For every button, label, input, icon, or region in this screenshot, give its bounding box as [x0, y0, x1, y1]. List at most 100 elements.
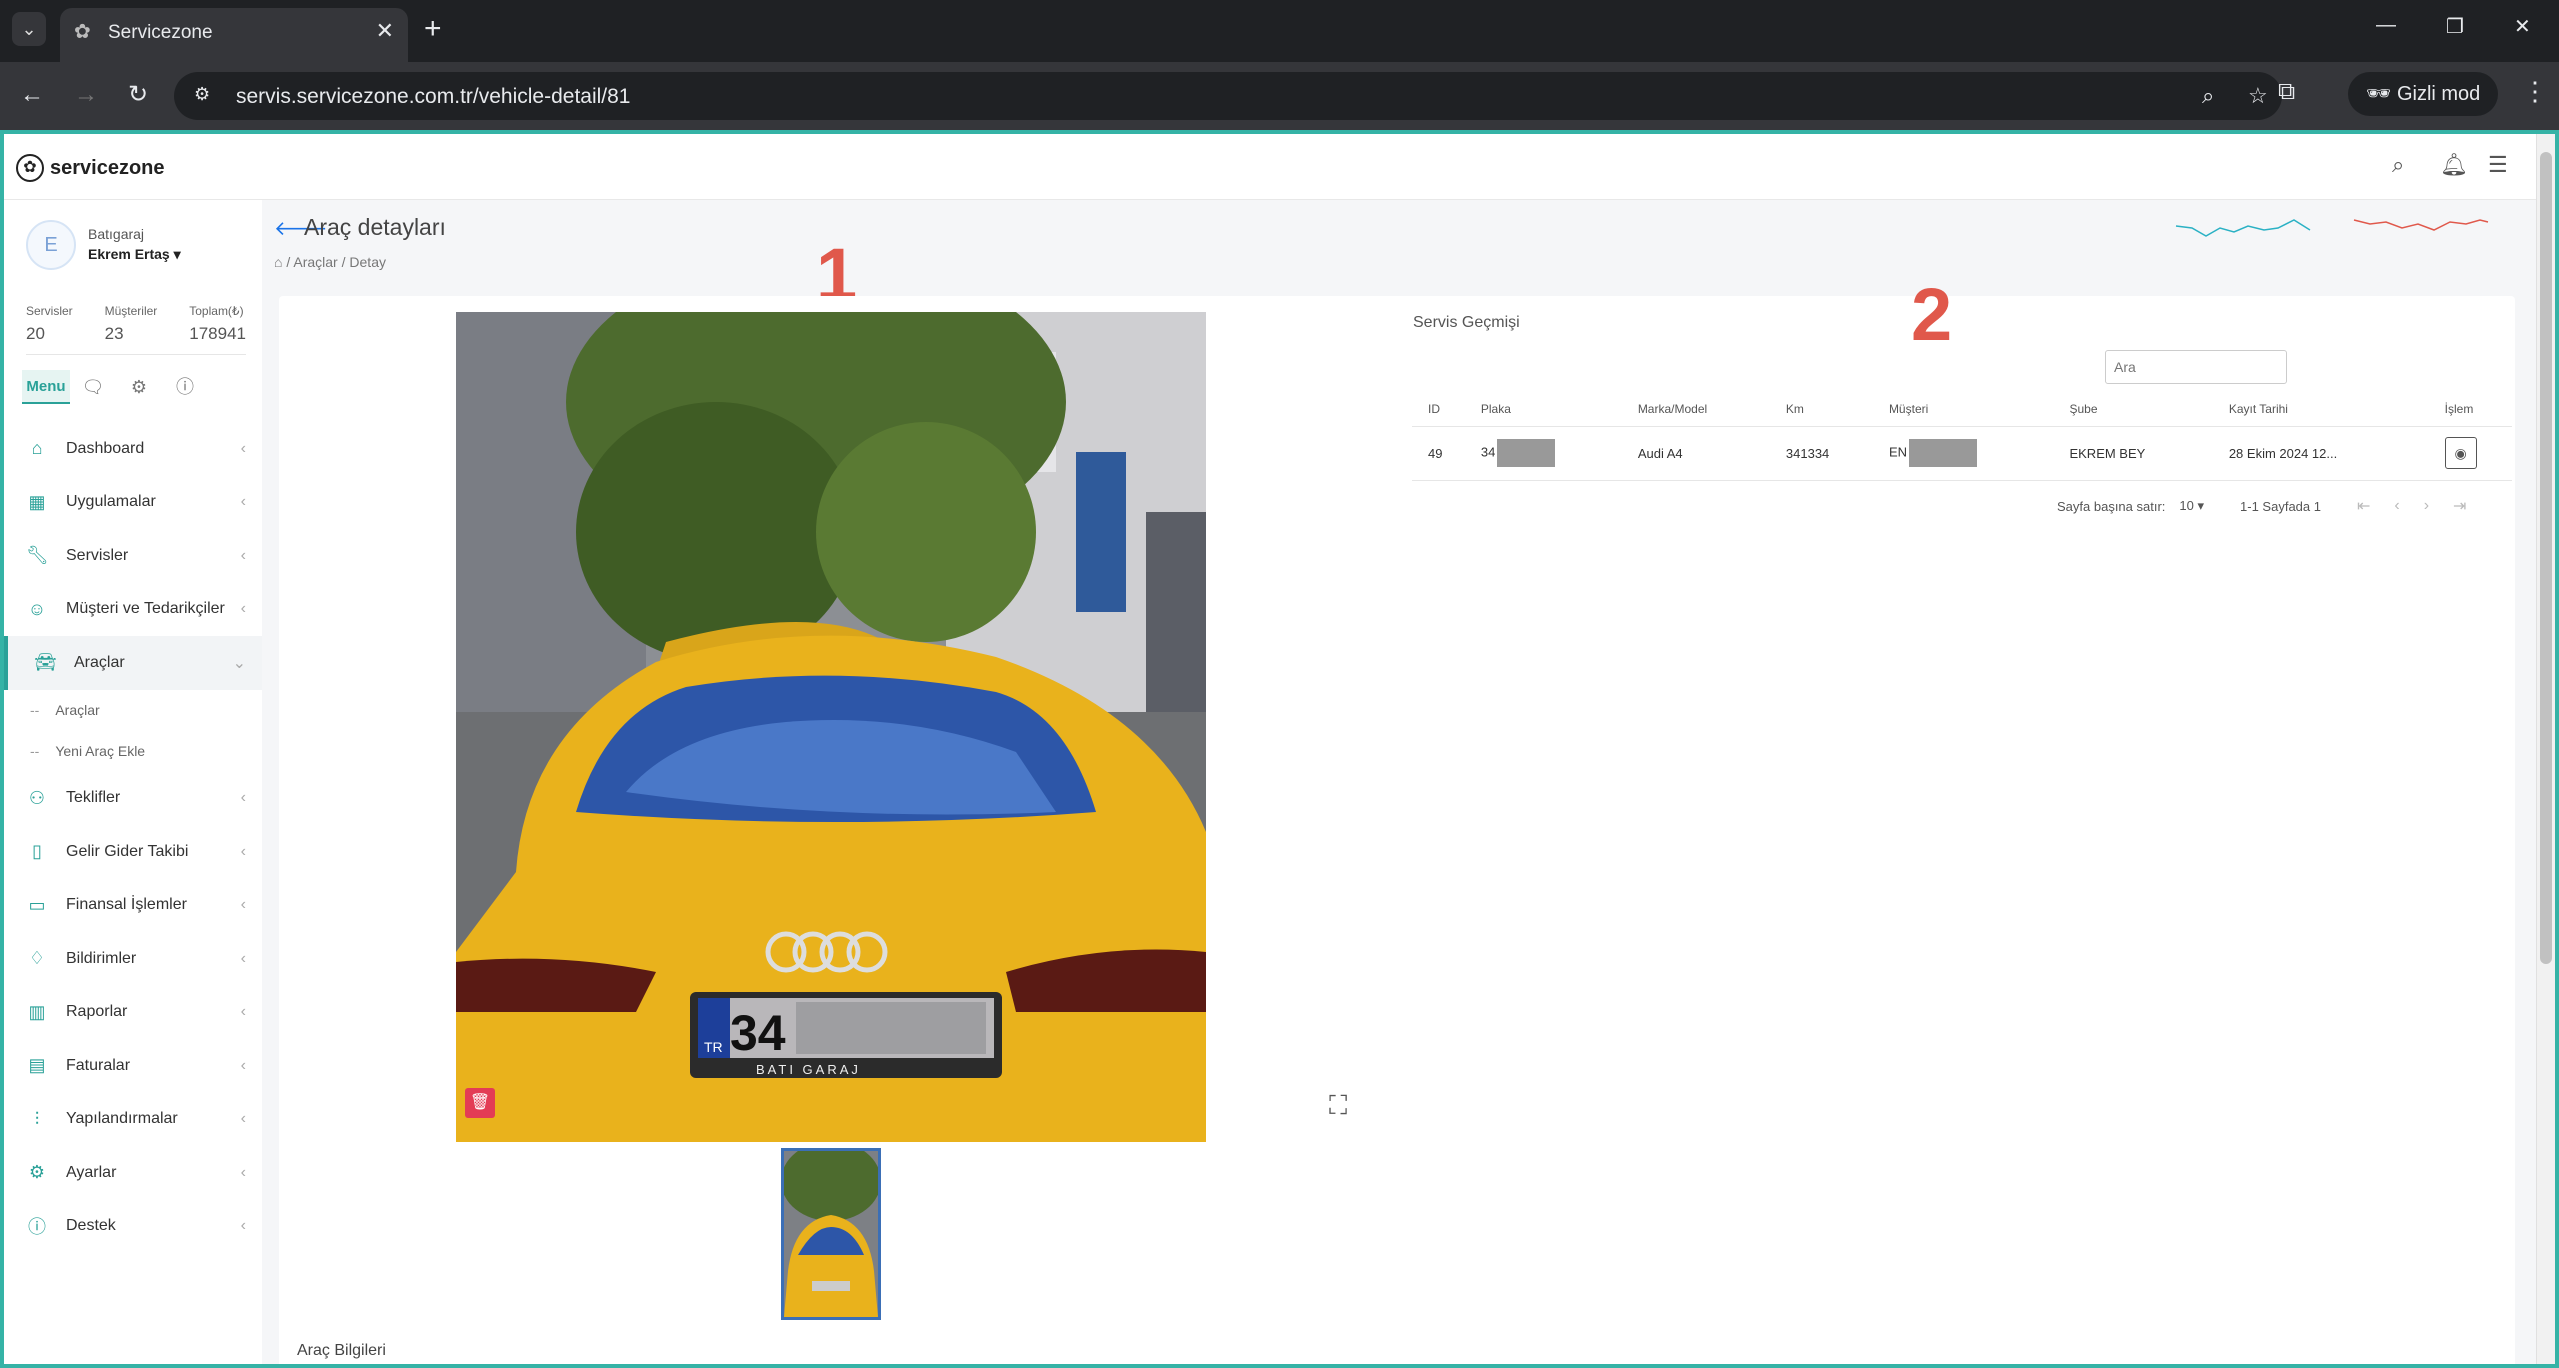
rows-per-page-select[interactable]: 10 ▾: [2179, 498, 2204, 514]
prev-page-icon[interactable]: ‹: [2394, 497, 2399, 515]
column-header[interactable]: Plaka: [1464, 392, 1622, 427]
omnibox[interactable]: ⚙ servis.servicezone.com.tr/vehicle-deta…: [174, 72, 2282, 120]
view-button[interactable]: ◉: [2444, 437, 2477, 469]
home-breadcrumb-icon[interactable]: ⌂: [274, 254, 282, 270]
scrollbar-thumb[interactable]: [2540, 152, 2552, 964]
page-scrollbar[interactable]: [2536, 134, 2555, 1364]
restore-button[interactable]: ❐: [2446, 14, 2464, 39]
breadcrumb-item[interactable]: Araçlar: [293, 254, 337, 270]
delete-photo-button[interactable]: 🗑︎: [465, 1088, 495, 1118]
tab-search-button[interactable]: ⌄: [12, 12, 46, 46]
vehicle-photo[interactable]: TR 34 BATI GARAJ: [456, 312, 1206, 1142]
sidebar-item-label: Ayarlar: [66, 1163, 117, 1181]
sidebar-item-label: Teklifler: [66, 789, 121, 807]
minimize-button[interactable]: —: [2376, 14, 2396, 37]
logo-icon: ✿: [16, 154, 44, 182]
sidebar-item-services[interactable]: 🔧︎ Servisler ‹: [4, 529, 262, 583]
table-row[interactable]: 49 34 Audi A4 341334 EN EKREM BEY 28 Eki…: [1412, 426, 2512, 481]
plate-country: TR: [704, 1039, 723, 1055]
sidebar-item-apps[interactable]: ▦ Uygulamalar ‹: [4, 476, 262, 530]
dash-icon: --: [30, 743, 40, 759]
info-icon: ⓘ: [28, 1217, 46, 1238]
sidebar-item-offers[interactable]: ⚇ Teklifler ‹: [4, 772, 262, 826]
site-info-icon[interactable]: ⚙: [194, 84, 210, 105]
photo-thumbnail[interactable]: [781, 1148, 881, 1320]
sidebar-tabs: Menu 🗨︎ ⚙ ⓘ: [22, 370, 208, 404]
sidebar-item-label: Raporlar: [66, 1003, 128, 1021]
back-button[interactable]: ←: [20, 80, 44, 110]
address-bar: ← → ↻ ⚙ servis.servicezone.com.tr/vehicl…: [0, 62, 2559, 130]
chevron-left-icon: ‹: [240, 600, 246, 618]
stat-label: Müşteriler: [104, 304, 158, 318]
cell-model: Audi A4: [1621, 426, 1770, 481]
settings-icon[interactable]: ⚙: [116, 370, 162, 404]
help-icon[interactable]: ⓘ: [162, 370, 208, 404]
close-tab-icon[interactable]: ✕: [376, 18, 394, 44]
column-header[interactable]: Km: [1769, 392, 1873, 427]
notification-bell-icon[interactable]: 🔔︎: [2440, 152, 2468, 178]
list-menu-icon[interactable]: ☰: [2488, 152, 2508, 178]
customer-text: EN: [1888, 444, 1907, 460]
new-tab-button[interactable]: +: [424, 12, 442, 46]
column-header[interactable]: Müşteri: [1872, 392, 2054, 427]
close-window-button[interactable]: ✕: [2514, 14, 2531, 39]
url-text[interactable]: servis.servicezone.com.tr/vehicle-detail…: [236, 85, 631, 109]
sidebar-item-settings[interactable]: ⚙ Ayarlar ‹: [4, 1146, 262, 1200]
chevron-left-icon: ‹: [240, 1056, 246, 1074]
sidebar-item-dashboard[interactable]: ⌂ Dashboard ‹: [4, 422, 262, 476]
stat-label: Toplam(₺): [189, 304, 244, 318]
first-page-icon[interactable]: ⇤: [2357, 496, 2370, 516]
history-search-input[interactable]: [2105, 350, 2287, 384]
browser-tab[interactable]: ✿ Servicezone ✕: [60, 8, 408, 62]
sidebar-item-configurations[interactable]: ⫶ Yapılandırmalar ‹: [4, 1093, 262, 1147]
column-header[interactable]: Şube: [2053, 392, 2213, 427]
submenu-item-vehicles[interactable]: -- Araçlar: [4, 690, 262, 731]
reload-button[interactable]: ↻: [128, 80, 148, 110]
sidebar-item-finance[interactable]: ▭ Finansal İşlemler ‹: [4, 879, 262, 933]
column-header[interactable]: Kayıt Tarihi: [2212, 392, 2429, 427]
service-history-title: Servis Geçmişi: [1413, 314, 1520, 331]
user-name-dropdown[interactable]: Ekrem Ertaş ▾: [88, 246, 181, 263]
sidebar-item-notifications[interactable]: ♢ Bildirimler ‹: [4, 932, 262, 986]
search-icon[interactable]: ⌕: [2392, 152, 2404, 178]
chevron-left-icon: ‹: [240, 896, 246, 914]
wallet-icon: ▭: [28, 894, 46, 915]
sidebar-item-label: Bildirimler: [66, 949, 137, 967]
table-header-row: ID Plaka Marka/Model Km Müşteri Şube Kay…: [1412, 392, 2512, 427]
chevron-left-icon: ‹: [240, 949, 246, 967]
column-header[interactable]: ID: [1412, 392, 1465, 427]
tab-menu[interactable]: Menu: [22, 370, 70, 404]
user-company: Batıgaraj: [88, 226, 145, 242]
sidebar-item-income-expense[interactable]: ▯ Gelir Gider Takibi ‹: [4, 825, 262, 879]
next-page-icon[interactable]: ›: [2424, 497, 2429, 515]
fullscreen-icon[interactable]: ⛶: [1329, 1090, 1347, 1122]
sidebar-item-label: Gelir Gider Takibi: [66, 842, 189, 860]
logo[interactable]: ✿ servicezone: [16, 154, 165, 182]
chevron-left-icon: ‹: [240, 1110, 246, 1128]
zoom-icon[interactable]: ⌕: [2202, 83, 2214, 109]
thumbnail-image: [784, 1151, 878, 1317]
sidebar-item-support[interactable]: ⓘ Destek ‹: [4, 1200, 262, 1254]
submenu-item-add-vehicle[interactable]: -- Yeni Araç Ekle: [4, 731, 262, 772]
sidebar-item-label: Dashboard: [66, 439, 145, 457]
book-icon: ▯: [32, 841, 42, 862]
chevron-left-icon: ‹: [240, 439, 246, 457]
sidebar-item-invoices[interactable]: ▤ Faturalar ‹: [4, 1039, 262, 1093]
extensions-icon[interactable]: ⧉: [2278, 78, 2295, 106]
stat-label: Servisler: [26, 304, 73, 318]
user-name: Ekrem Ertaş: [88, 246, 170, 262]
bookmark-star-icon[interactable]: ☆: [2248, 83, 2268, 109]
sidebar-item-label: Destek: [66, 1217, 116, 1235]
sidebar-item-reports[interactable]: ▥ Raporlar ‹: [4, 986, 262, 1040]
stat-value: 23: [104, 324, 124, 343]
rows-per-page-label: Sayfa başına satır:: [2057, 498, 2166, 514]
sidebar-item-customers[interactable]: ☺ Müşteri ve Tedarikçiler ‹: [4, 583, 262, 637]
sidebar-item-vehicles[interactable]: 🚘︎ Araçlar ⌄: [4, 636, 262, 690]
column-header[interactable]: Marka/Model: [1621, 392, 1770, 427]
incognito-icon: 🕶: [2366, 83, 2397, 105]
browser-menu-icon[interactable]: ⋮: [2522, 76, 2548, 107]
chat-icon[interactable]: 🗨︎: [70, 370, 116, 404]
incognito-badge[interactable]: 🕶 Gizli mod: [2348, 72, 2499, 116]
forward-button[interactable]: →: [74, 80, 98, 110]
last-page-icon[interactable]: ⇥: [2453, 496, 2466, 516]
